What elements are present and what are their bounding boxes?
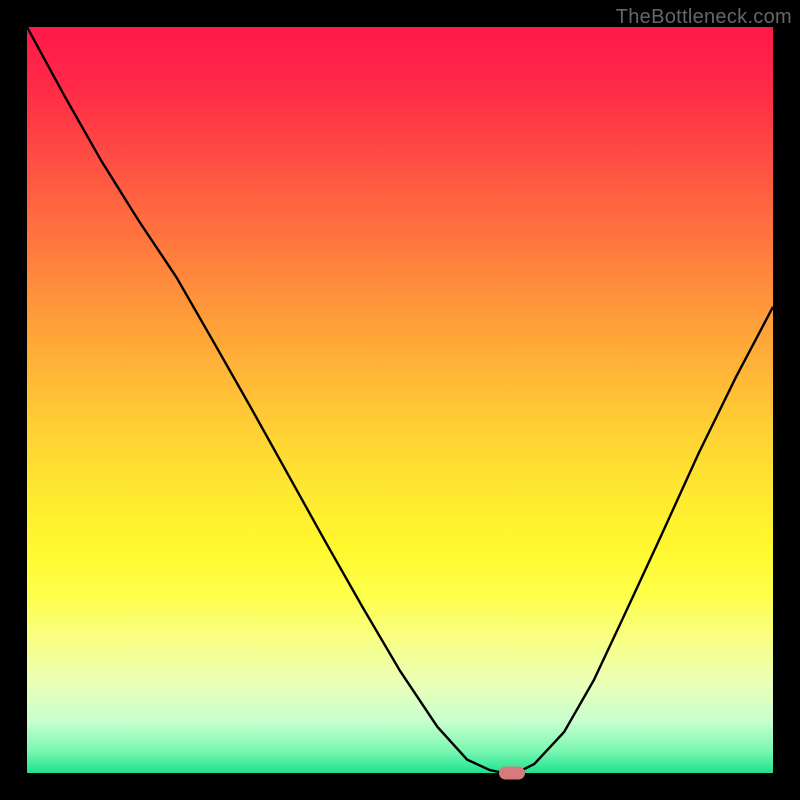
optimal-point-marker — [499, 767, 525, 780]
bottleneck-curve — [27, 27, 773, 773]
plot-area — [27, 27, 773, 773]
watermark-text: TheBottleneck.com — [616, 6, 792, 29]
